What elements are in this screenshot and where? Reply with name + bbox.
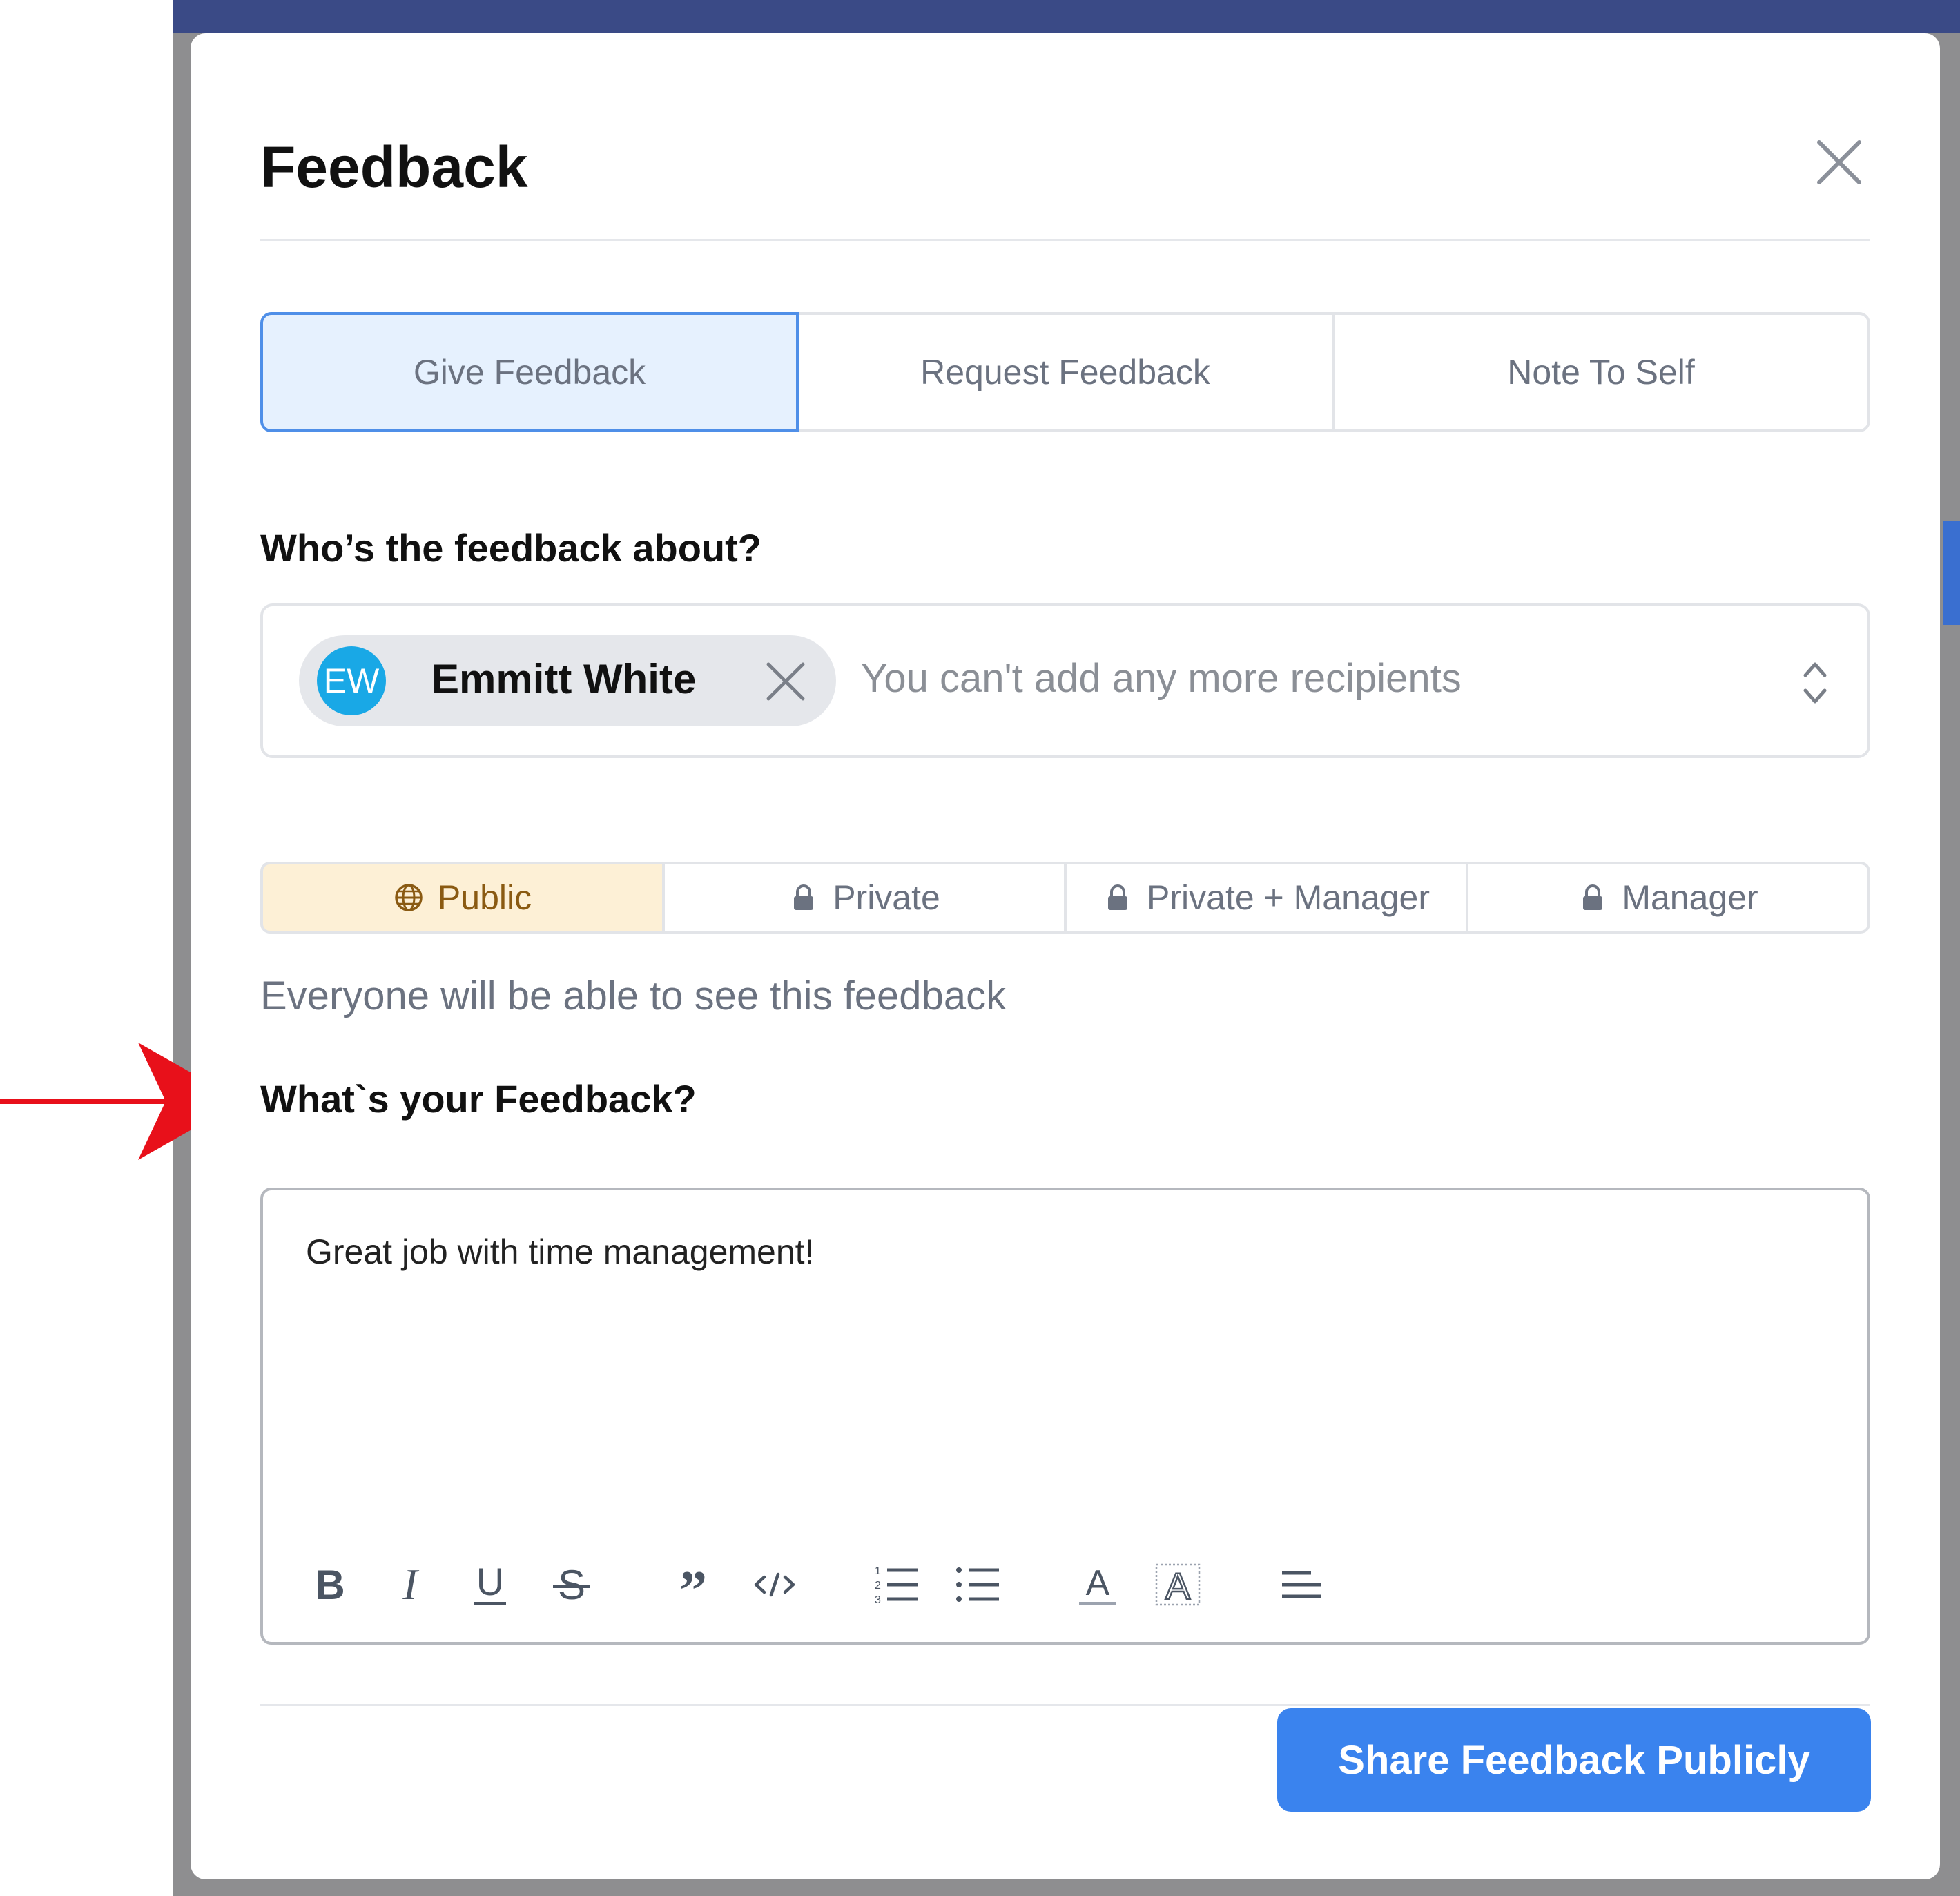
privacy-option-private[interactable]: Private <box>665 862 1067 934</box>
privacy-option-label: Private + Manager <box>1147 878 1430 917</box>
recipient-name: Emmitt White <box>431 656 697 702</box>
text-color-icon: A <box>1079 1563 1116 1605</box>
tab-label: Give Feedback <box>413 353 646 391</box>
svg-text:1: 1 <box>875 1565 881 1577</box>
recipient-chip: EW Emmitt White <box>299 635 836 726</box>
tab-request-feedback[interactable]: Request Feedback <box>799 312 1335 432</box>
highlight-icon: A <box>1155 1563 1201 1608</box>
bullet-list-button[interactable] <box>953 1560 1002 1609</box>
lock-icon <box>794 884 814 910</box>
feedback-editor[interactable]: Great job with time management! B I U S … <box>260 1188 1870 1645</box>
code-icon <box>754 1572 795 1597</box>
svg-text:S: S <box>558 1562 585 1608</box>
strikethrough-button[interactable]: S <box>547 1560 596 1609</box>
ordered-list-button[interactable]: 1 2 3 <box>872 1560 920 1609</box>
underline-icon: U <box>474 1560 506 1605</box>
feedback-modal: Feedback Give Feedback Request Feedback … <box>191 33 1940 1879</box>
highlight-button[interactable]: A <box>1154 1560 1202 1609</box>
feedback-text[interactable]: Great job with time management! <box>306 1235 814 1269</box>
tab-label: Note To Self <box>1507 353 1695 391</box>
bold-icon: B <box>315 1562 345 1608</box>
close-icon[interactable] <box>1815 138 1863 186</box>
svg-text:3: 3 <box>875 1594 881 1606</box>
svg-text:2: 2 <box>875 1580 881 1592</box>
modal-header: Feedback <box>260 75 1870 241</box>
privacy-option-label: Public <box>437 878 532 917</box>
recipient-select[interactable]: EW Emmitt White You can't add any more r… <box>260 603 1870 758</box>
align-button[interactable] <box>1278 1560 1326 1609</box>
privacy-option-manager[interactable]: Manager <box>1468 862 1870 934</box>
recipient-section-label: Who’s the feedback about? <box>260 526 761 570</box>
lock-icon <box>1108 884 1128 910</box>
italic-button[interactable]: I <box>386 1560 434 1609</box>
recipient-placeholder: You can't add any more recipients <box>861 656 1462 701</box>
share-feedback-button[interactable]: Share Feedback Publicly <box>1277 1708 1871 1812</box>
code-button[interactable] <box>750 1560 799 1609</box>
privacy-option-private-manager[interactable]: Private + Manager <box>1067 862 1468 934</box>
underline-button[interactable]: U <box>466 1560 514 1609</box>
bold-button[interactable]: B <box>306 1560 354 1609</box>
background-app-strip <box>1943 521 1960 625</box>
svg-text:I: I <box>402 1560 419 1609</box>
svg-text:B: B <box>315 1562 345 1608</box>
editor-toolbar: B I U S ” 1 2 3 A A <box>306 1560 1410 1616</box>
tab-give-feedback[interactable]: Give Feedback <box>260 312 799 432</box>
feedback-type-tabs: Give Feedback Request Feedback Note To S… <box>260 312 1870 432</box>
privacy-option-public[interactable]: Public <box>260 862 665 934</box>
svg-text:U: U <box>476 1560 504 1603</box>
bullet-list-icon <box>956 1567 999 1602</box>
blockquote-icon: ” <box>679 1560 707 1609</box>
svg-text:A: A <box>1165 1566 1190 1607</box>
svg-text:”: ” <box>679 1560 707 1609</box>
strikethrough-icon: S <box>553 1562 590 1608</box>
chevron-up-down-icon[interactable] <box>1801 659 1829 707</box>
ordered-list-icon: 1 2 3 <box>875 1565 918 1606</box>
globe-icon <box>395 884 423 911</box>
lock-icon <box>1583 884 1603 910</box>
tab-label: Request Feedback <box>920 353 1210 391</box>
avatar: EW <box>317 646 386 715</box>
tab-note-to-self[interactable]: Note To Self <box>1335 312 1870 432</box>
modal-title: Feedback <box>260 135 528 200</box>
privacy-option-label: Manager <box>1622 878 1758 917</box>
visibility-description: Everyone will be able to see this feedba… <box>260 974 1007 1018</box>
feedback-section-label: What`s your Feedback? <box>260 1077 697 1121</box>
privacy-selector: Public Private Private + Manager Manager <box>260 862 1870 934</box>
privacy-option-label: Private <box>833 878 940 917</box>
italic-icon: I <box>402 1560 419 1609</box>
svg-text:A: A <box>1086 1563 1110 1603</box>
background-app-header <box>173 0 1960 33</box>
blockquote-button[interactable]: ” <box>669 1560 717 1609</box>
remove-recipient-icon[interactable] <box>766 661 806 702</box>
text-color-button[interactable]: A <box>1074 1560 1122 1609</box>
align-icon <box>1282 1571 1321 1598</box>
footer-divider <box>260 1704 1870 1706</box>
